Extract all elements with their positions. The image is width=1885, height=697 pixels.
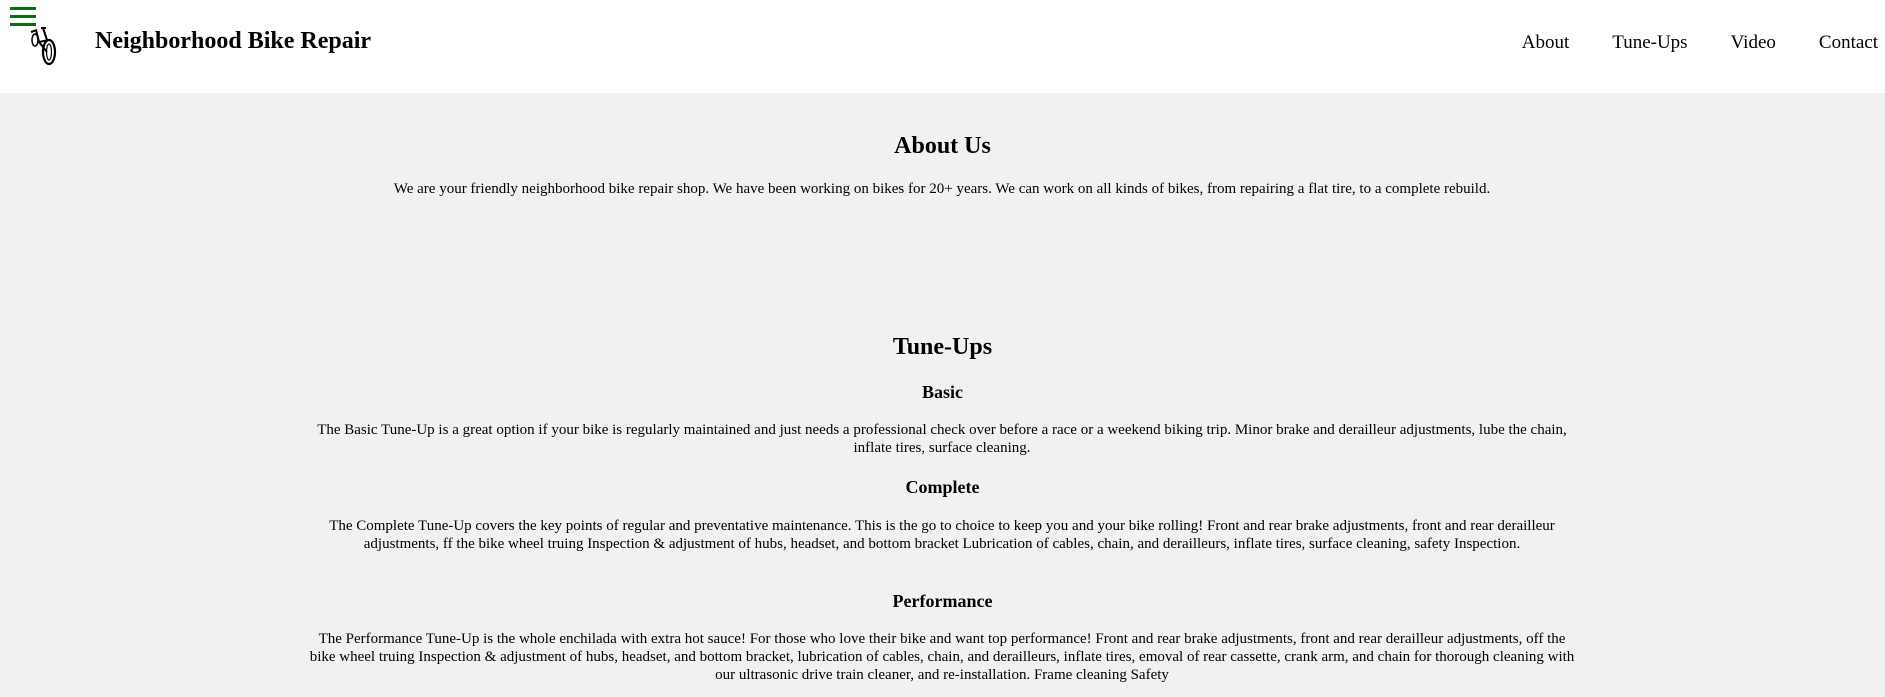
bicycle-icon	[30, 27, 57, 66]
basic-heading: Basic	[921, 382, 963, 402]
complete-text: The Complete Tune-Up covers the key poin…	[329, 518, 1555, 552]
nav-about[interactable]: About	[1522, 32, 1570, 54]
about-heading: About Us	[894, 133, 991, 159]
performance-text: The Performance Tune-Up is the whole enc…	[309, 631, 1575, 683]
complete-heading: Complete	[905, 477, 980, 497]
basic-text: The Basic Tune-Up is a great option if y…	[317, 422, 1567, 456]
nav-tune-ups[interactable]: Tune-Ups	[1612, 32, 1687, 54]
about-text: We are your friendly neighborhood bike r…	[393, 181, 1491, 197]
main-nav: About Tune-Ups Video Contact	[1479, 32, 1878, 54]
site-header: Neighborhood Bike Repair About Tune-Ups …	[0, 0, 1885, 93]
site-title[interactable]: Neighborhood Bike Repair	[95, 28, 371, 55]
nav-video[interactable]: Video	[1731, 32, 1776, 54]
performance-heading: Performance	[892, 591, 993, 611]
nav-contact[interactable]: Contact	[1819, 32, 1878, 54]
tune-ups-heading: Tune-Ups	[892, 334, 993, 360]
